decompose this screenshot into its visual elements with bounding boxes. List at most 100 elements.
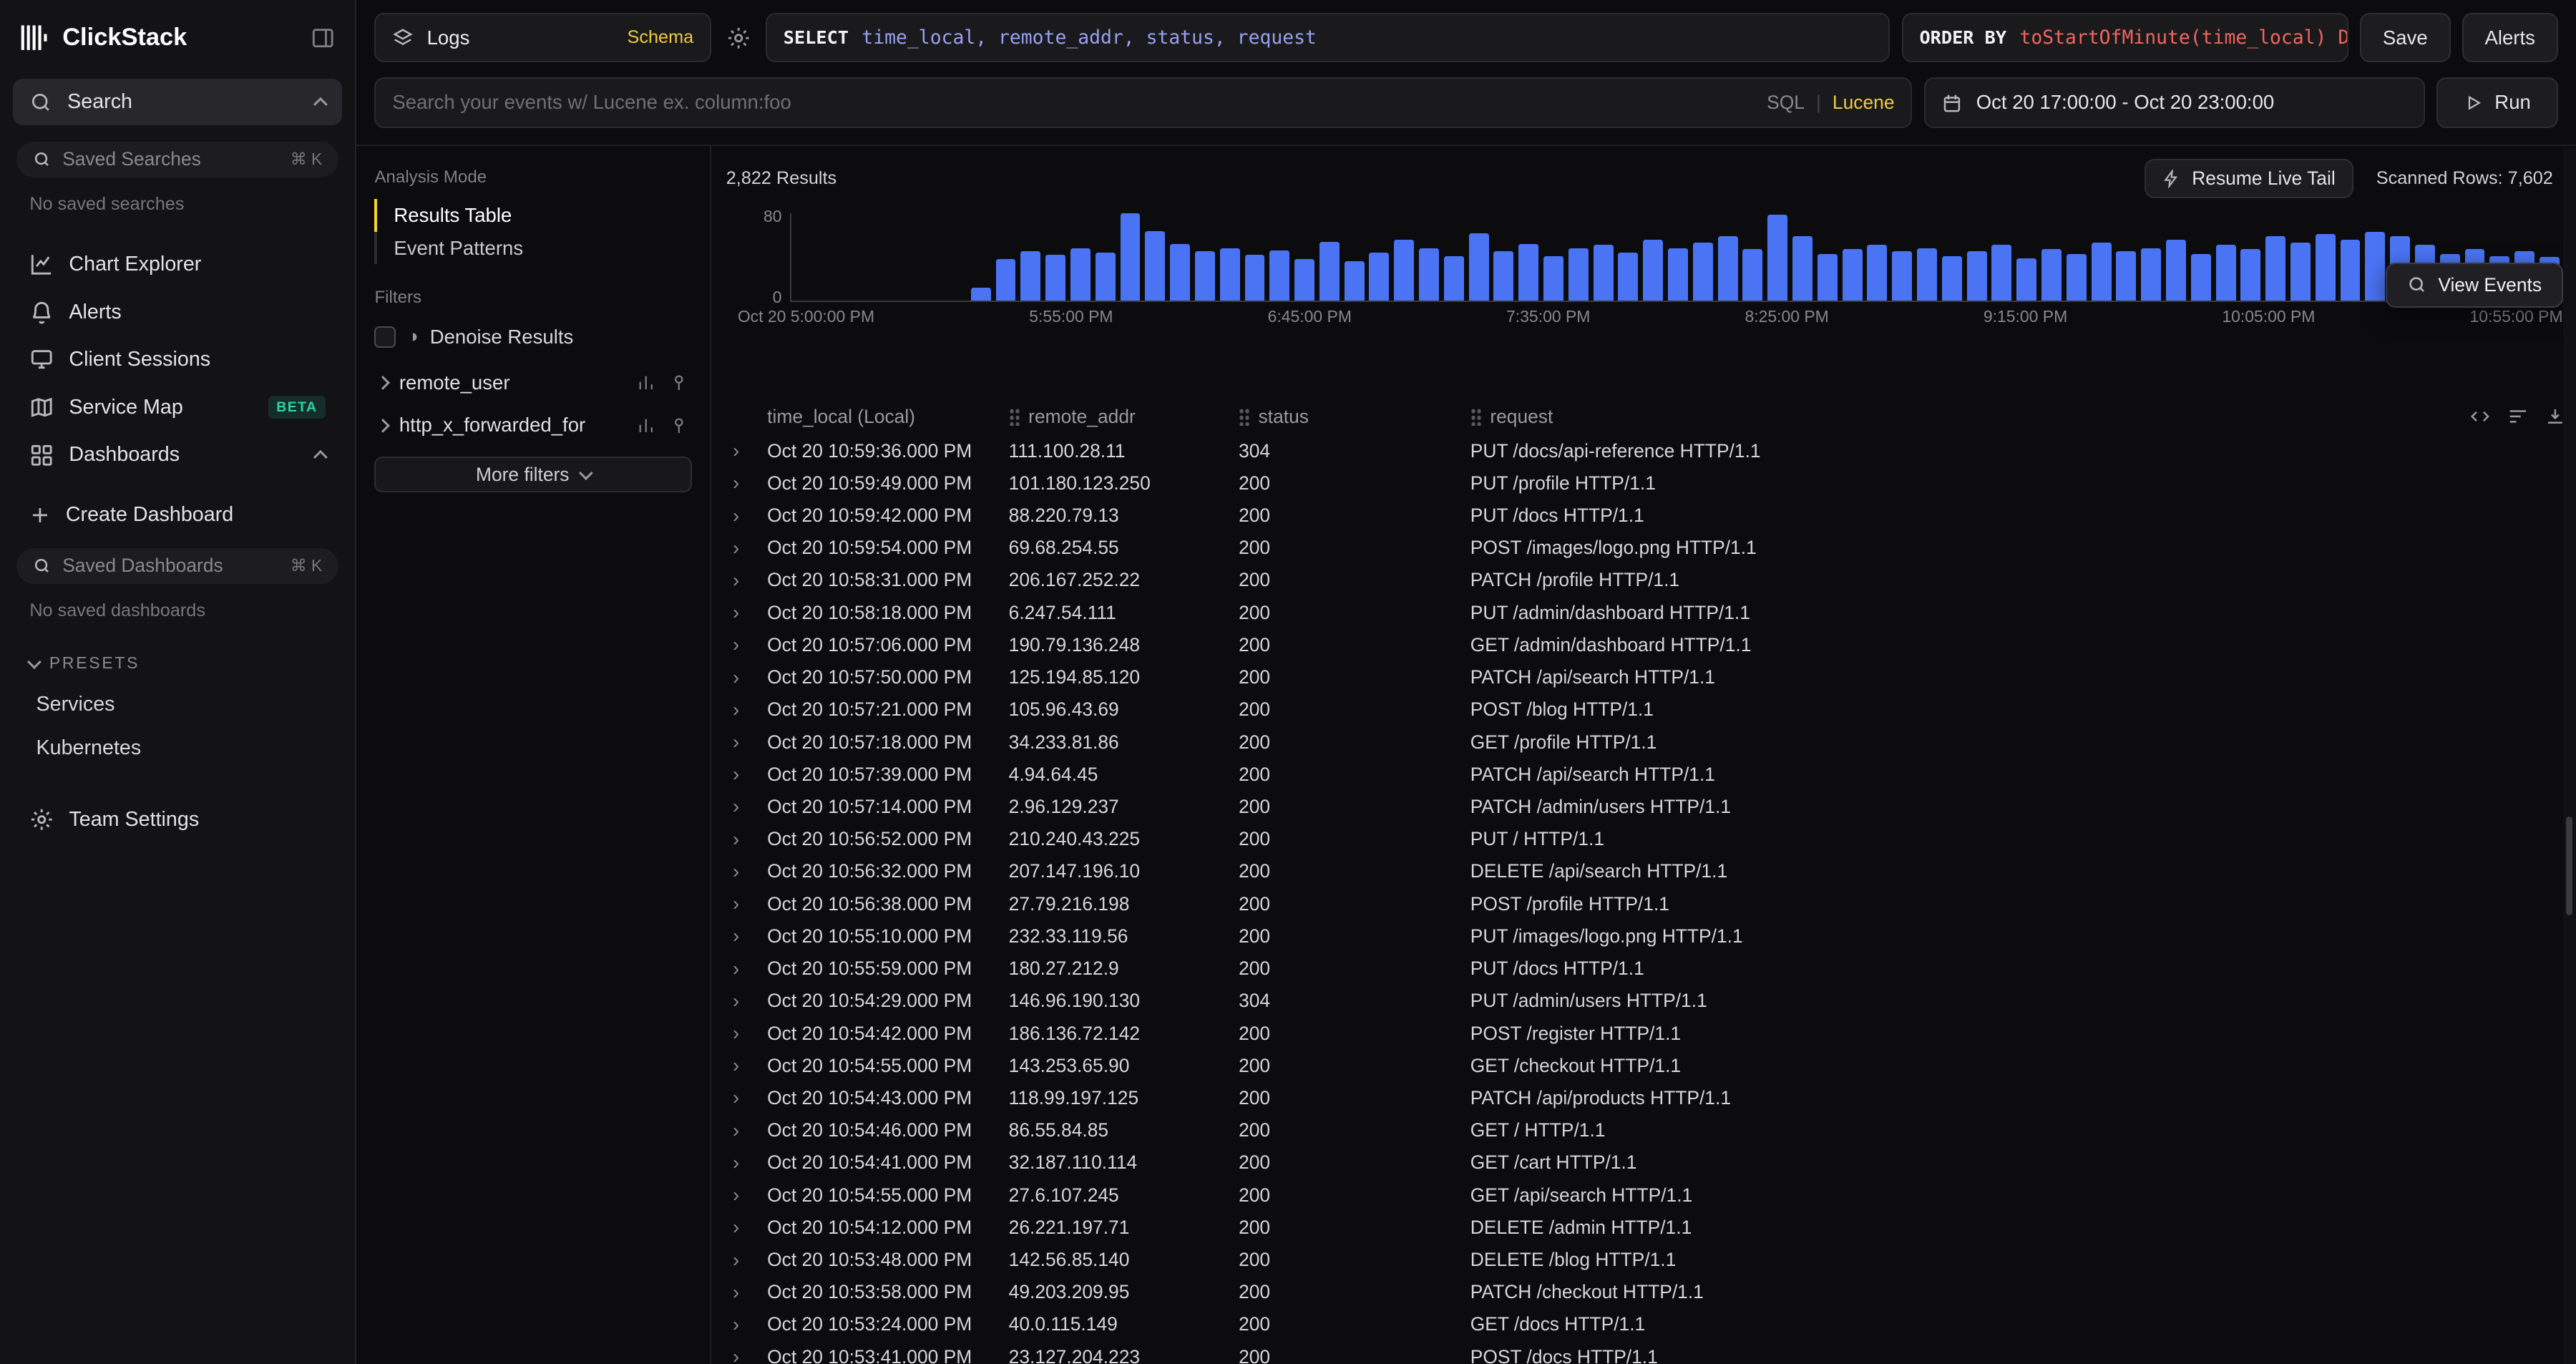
histogram-bar[interactable] [2365, 232, 2385, 301]
column-header-status[interactable]: status [1239, 406, 1470, 428]
table-row[interactable]: ›Oct 20 10:57:18.000 PM34.233.81.86200GE… [711, 726, 2576, 758]
sidebar-item-preset[interactable]: Kubernetes [13, 726, 341, 770]
histogram-bar[interactable] [1991, 245, 2011, 301]
expand-row-icon[interactable]: › [721, 1184, 767, 1207]
histogram-bar[interactable] [1269, 250, 1289, 301]
sidebar-item-service-map[interactable]: Service Map BETA [13, 384, 341, 432]
expand-row-icon[interactable]: › [721, 860, 767, 883]
table-row[interactable]: ›Oct 20 10:53:48.000 PM142.56.85.140200D… [711, 1244, 2576, 1276]
histogram-bar[interactable] [1045, 255, 1065, 301]
histogram-bar[interactable] [2067, 254, 2087, 301]
sidebar-item-chart-explorer[interactable]: Chart Explorer [13, 240, 341, 288]
orderby-expression-input[interactable]: ORDER BY toStartOfMinute(time_local) D [1902, 13, 2348, 62]
table-row[interactable]: ›Oct 20 10:59:49.000 PM101.180.123.25020… [711, 467, 2576, 500]
table-row[interactable]: ›Oct 20 10:53:58.000 PM49.203.209.95200P… [711, 1276, 2576, 1308]
sidebar-item-client-sessions[interactable]: Client Sessions [13, 336, 341, 384]
histogram-bar[interactable] [1121, 213, 1141, 301]
resume-live-tail-button[interactable]: Resume Live Tail [2145, 159, 2353, 198]
saved-dashboards-input[interactable]: Saved Dashboards ⌘ K [16, 548, 338, 583]
drag-handle-icon[interactable] [1009, 408, 1020, 426]
histogram-bar[interactable] [1618, 253, 1638, 301]
table-row[interactable]: ›Oct 20 10:57:14.000 PM2.96.129.237200PA… [711, 791, 2576, 823]
histogram-bar[interactable] [2265, 236, 2285, 301]
expand-row-icon[interactable]: › [721, 537, 767, 560]
histogram-bar[interactable] [1568, 248, 1589, 301]
histogram-bar[interactable] [2316, 234, 2336, 301]
histogram-bar[interactable] [1518, 244, 1538, 301]
sidebar-item-dashboards[interactable]: Dashboards [13, 431, 341, 479]
histogram-bar[interactable] [2166, 240, 2186, 301]
table-row[interactable]: ›Oct 20 10:56:32.000 PM207.147.196.10200… [711, 855, 2576, 887]
histogram-bar[interactable] [1220, 248, 1240, 301]
scrollbar-thumb[interactable] [2566, 817, 2572, 915]
histogram-bar[interactable] [1345, 261, 1365, 301]
pin-icon[interactable] [669, 373, 689, 393]
drag-handle-icon[interactable] [1239, 408, 1250, 426]
pin-icon[interactable] [669, 416, 689, 436]
column-header-request[interactable]: request [1470, 406, 2451, 428]
mini-chart-icon[interactable] [636, 416, 656, 436]
histogram-bar[interactable] [1917, 248, 1937, 301]
histogram-bar[interactable] [1767, 215, 1787, 301]
expand-row-icon[interactable]: › [721, 1281, 767, 1304]
expand-row-icon[interactable]: › [721, 439, 767, 462]
column-header-time-local[interactable]: time_local (Local) [767, 406, 1008, 428]
histogram-bar[interactable] [1170, 244, 1190, 301]
expand-row-icon[interactable]: › [721, 1054, 767, 1077]
table-row[interactable]: ›Oct 20 10:59:42.000 PM88.220.79.13200PU… [711, 500, 2576, 532]
table-row[interactable]: ›Oct 20 10:58:31.000 PM206.167.252.22200… [711, 564, 2576, 596]
table-row[interactable]: ›Oct 20 10:53:41.000 PM23.127.204.223200… [711, 1341, 2576, 1364]
histogram-bar[interactable] [971, 288, 991, 301]
table-row[interactable]: ›Oct 20 10:54:55.000 PM27.6.107.245200GE… [711, 1179, 2576, 1212]
histogram-bar[interactable] [1245, 255, 1265, 301]
table-row[interactable]: ›Oct 20 10:57:21.000 PM105.96.43.69200PO… [711, 693, 2576, 726]
table-row[interactable]: ›Oct 20 10:58:18.000 PM6.247.54.111200PU… [711, 597, 2576, 629]
expand-row-icon[interactable]: › [721, 731, 767, 754]
table-row[interactable]: ›Oct 20 10:57:06.000 PM190.79.136.248200… [711, 629, 2576, 661]
table-row[interactable]: ›Oct 20 10:54:55.000 PM143.253.65.90200G… [711, 1050, 2576, 1082]
mini-chart-icon[interactable] [636, 373, 656, 393]
histogram-bar[interactable] [2041, 249, 2062, 301]
expand-row-icon[interactable]: › [721, 763, 767, 786]
expand-row-icon[interactable]: › [721, 505, 767, 527]
run-button[interactable]: Run [2436, 77, 2558, 128]
histogram-bar[interactable] [1493, 251, 1513, 301]
table-row[interactable]: ›Oct 20 10:54:43.000 PM118.99.197.125200… [711, 1082, 2576, 1114]
histogram-bar[interactable] [1294, 259, 1314, 301]
expand-row-icon[interactable]: › [721, 1086, 767, 1109]
histogram-bar[interactable] [1394, 240, 1414, 301]
table-row[interactable]: ›Oct 20 10:56:52.000 PM210.240.43.225200… [711, 823, 2576, 855]
histogram-bar[interactable] [1843, 249, 1863, 301]
histogram-bar[interactable] [2240, 249, 2260, 301]
histogram-bar[interactable] [1469, 233, 1489, 301]
histogram-bar[interactable] [2191, 254, 2211, 301]
histogram-bar[interactable] [1594, 245, 1614, 301]
histogram-bar[interactable] [1543, 256, 1563, 301]
histogram-bar[interactable] [2092, 243, 2112, 301]
expand-row-icon[interactable]: › [721, 1313, 767, 1336]
table-row[interactable]: ›Oct 20 10:54:29.000 PM146.96.190.130304… [711, 985, 2576, 1017]
expand-row-icon[interactable]: › [721, 828, 767, 851]
text-wrap-icon[interactable] [2507, 406, 2529, 427]
sidebar-item-alerts[interactable]: Alerts [13, 288, 341, 336]
filter-field-row[interactable]: remote_user [374, 361, 691, 404]
source-settings-gear-icon[interactable] [723, 26, 754, 50]
histogram-bar[interactable] [1668, 248, 1688, 301]
histogram-bar[interactable] [1892, 251, 1912, 301]
expand-row-icon[interactable]: › [721, 958, 767, 980]
table-row[interactable]: ›Oct 20 10:55:59.000 PM180.27.212.9200PU… [711, 953, 2576, 985]
expand-row-icon[interactable]: › [721, 1249, 767, 1272]
expand-row-icon[interactable]: › [721, 1216, 767, 1239]
expand-row-icon[interactable]: › [721, 892, 767, 915]
histogram-bar[interactable] [2141, 248, 2161, 301]
histogram-bar[interactable] [1096, 253, 1116, 301]
table-row[interactable]: ›Oct 20 10:57:50.000 PM125.194.85.120200… [711, 661, 2576, 693]
histogram-bar[interactable] [2341, 240, 2361, 301]
alerts-button[interactable]: Alerts [2462, 13, 2558, 62]
select-expression-input[interactable]: SELECT time_local, remote_addr, status, … [766, 13, 1890, 62]
scrollbar-track[interactable] [2563, 148, 2576, 1364]
denoise-results-toggle[interactable]: ◑ Denoise Results [374, 319, 691, 362]
table-row[interactable]: ›Oct 20 10:54:41.000 PM32.187.110.114200… [711, 1146, 2576, 1179]
filter-field-row[interactable]: http_x_forwarded_for [374, 404, 691, 447]
histogram-bar[interactable] [1942, 256, 1962, 301]
